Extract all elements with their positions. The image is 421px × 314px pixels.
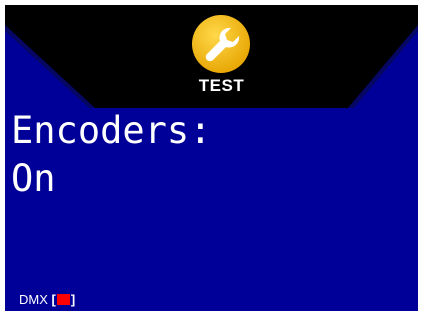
dmx-indicator — [56, 294, 70, 305]
dmx-bracket-open: [ — [51, 292, 56, 307]
mode-title: TEST — [198, 76, 245, 95]
dmx-bracket-close: ] — [70, 292, 76, 307]
display-line-1: Encoders: — [11, 109, 212, 152]
wrench-icon — [192, 15, 250, 73]
dmx-status: DMX [] — [19, 292, 75, 307]
dmx-label: DMX — [19, 292, 48, 307]
display-line-2: On — [11, 157, 56, 200]
lcd-screen: TEST Encoders: On DMX [] — [5, 5, 418, 311]
